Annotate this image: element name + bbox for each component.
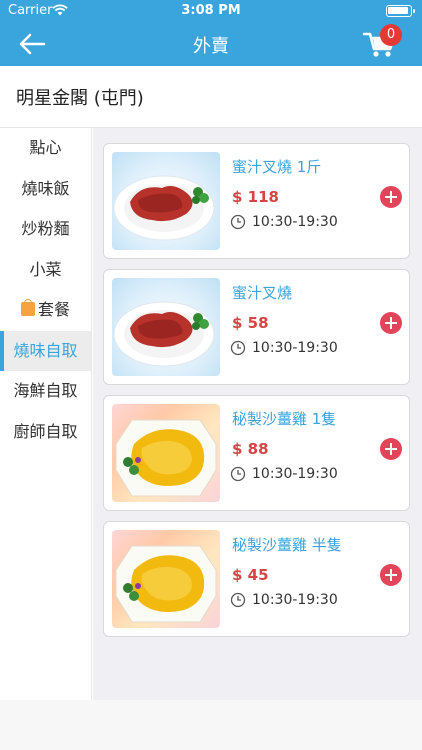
category-label: 燒味飯 (21, 178, 70, 198)
item-hours: 10:30-19:30 (252, 592, 338, 608)
category-label: 點心 (29, 138, 62, 157)
add-to-cart-button[interactable] (380, 312, 402, 334)
add-to-cart-button[interactable] (380, 564, 402, 586)
sand-ginger-chicken-photo (112, 404, 220, 502)
category-item-seafood-pickup[interactable]: 海鮮自取 (0, 371, 91, 412)
category-item-roast-rice[interactable]: 燒味飯 (0, 169, 91, 210)
add-to-cart-button[interactable] (380, 186, 402, 208)
add-to-cart-button[interactable] (380, 438, 402, 460)
bag-icon (20, 299, 35, 316)
status-time: 3:08 PM (181, 3, 241, 18)
category-label: 套餐 (37, 300, 70, 319)
item-price: $ 88 (232, 440, 269, 458)
category-item-fried-noodles[interactable]: 炒粉麵 (0, 209, 91, 250)
page-title: 外賣 (193, 36, 229, 57)
item-price: $ 118 (232, 188, 279, 206)
cart-count-badge: 0 (380, 24, 402, 46)
item-name: 蜜汁叉燒 (232, 284, 293, 302)
category-item-roast-pickup[interactable]: 燒味自取 (0, 330, 91, 371)
category-label: 廚師自取 (13, 421, 78, 441)
category-label: 燒味自取 (13, 340, 78, 360)
nav-bar: 外賣 0 (0, 22, 422, 66)
category-sidebar: 點心 燒味飯 炒粉麵 小菜 套餐 燒味自取 海鮮自取 廚師自取 (0, 128, 92, 700)
category-item-chef-pickup[interactable]: 廚師自取 (0, 412, 91, 453)
item-hours: 10:30-19:30 (252, 340, 338, 356)
menu-item-card[interactable]: 蜜汁叉燒 $ 58 10:30-19:30 (103, 269, 410, 385)
battery-icon (386, 5, 415, 17)
char-siu-photo (112, 152, 220, 250)
status-bar: Carrier 3:08 PM (0, 0, 422, 22)
category-item-side-dishes[interactable]: 小菜 (0, 250, 91, 291)
clock-icon (230, 592, 246, 608)
item-name: 秘製沙薑雞 半隻 (232, 536, 342, 554)
category-label: 海鮮自取 (13, 381, 78, 400)
menu-list: 蜜汁叉燒 1斤 $ 118 10:30-19:30 蜜汁叉燒 $ 58 10:3… (93, 128, 422, 700)
menu-item-card[interactable]: 蜜汁叉燒 1斤 $ 118 10:30-19:30 (103, 143, 410, 259)
item-hours: 10:30-19:30 (252, 214, 338, 230)
store-name: 明星金閣 (屯門) (16, 88, 144, 109)
bottom-bar (0, 700, 422, 750)
item-name: 蜜汁叉燒 1斤 (232, 158, 322, 176)
clock-icon (230, 466, 246, 482)
menu-item-card[interactable]: 秘製沙薑雞 半隻 $ 45 10:30-19:30 (103, 521, 410, 637)
category-label: 小菜 (29, 259, 62, 279)
category-item-set-meals[interactable]: 套餐 (0, 290, 91, 331)
clock-icon (230, 214, 246, 230)
item-name: 秘製沙薑雞 1隻 (232, 410, 337, 428)
item-price: $ 58 (232, 314, 269, 332)
category-label: 炒粉麵 (21, 219, 70, 238)
menu-item-card[interactable]: 秘製沙薑雞 1隻 $ 88 10:30-19:30 (103, 395, 410, 511)
clock-icon (230, 340, 246, 356)
item-price: $ 45 (232, 566, 269, 584)
char-siu-photo (112, 278, 220, 376)
store-header: 明星金閣 (屯門) (0, 66, 422, 128)
sand-ginger-chicken-photo (112, 530, 220, 628)
item-hours: 10:30-19:30 (252, 466, 338, 482)
category-item-dim-sum[interactable]: 點心 (0, 128, 91, 169)
